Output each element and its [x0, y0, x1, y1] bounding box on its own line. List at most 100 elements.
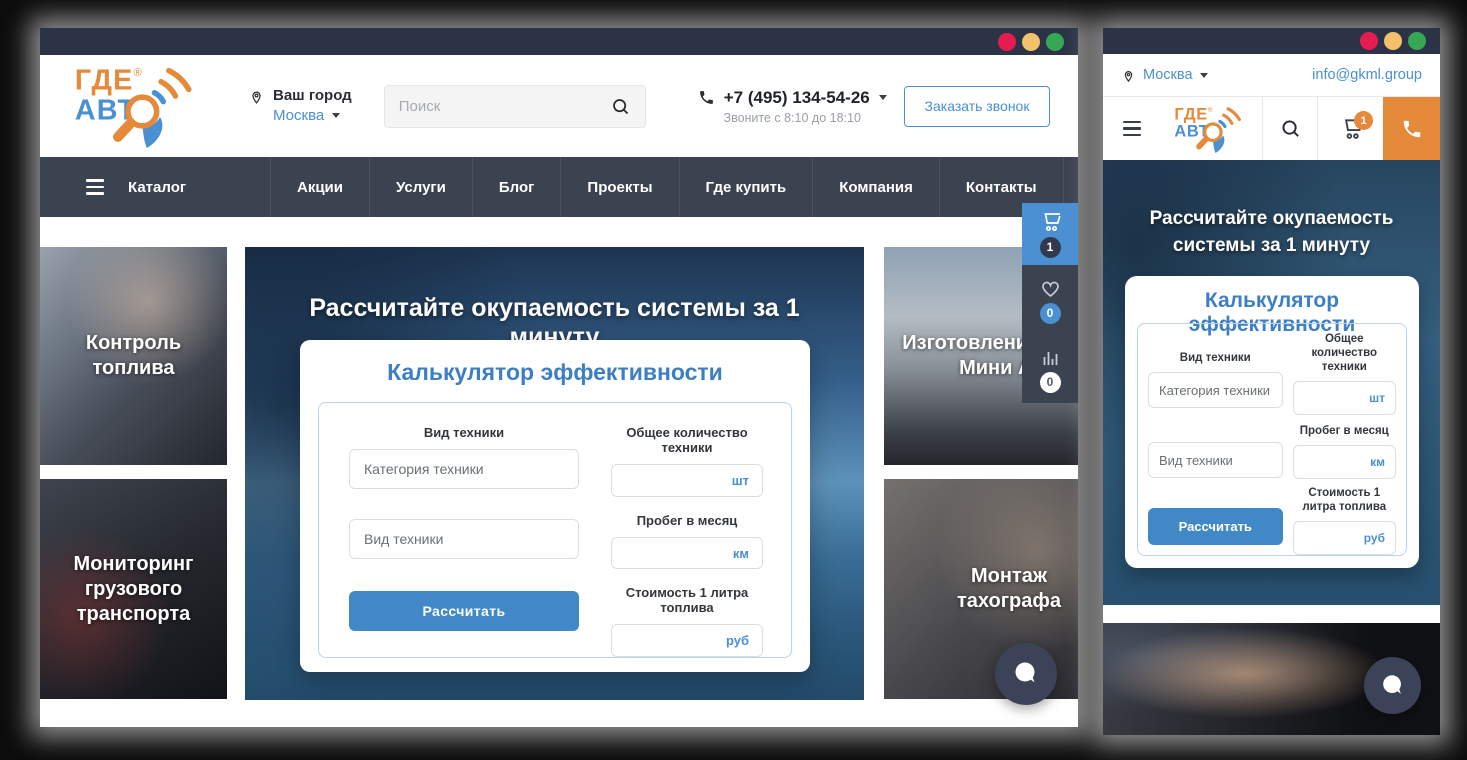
banner-fuel-control[interactable]: Контроль топлива	[40, 247, 227, 465]
calculate-button[interactable]: Рассчитать	[349, 591, 579, 631]
svg-text:®: ®	[133, 67, 141, 79]
search-input[interactable]	[399, 98, 610, 115]
cart-count-badge: 1	[1040, 237, 1061, 258]
chat-widget-button[interactable]	[995, 643, 1057, 705]
mobile-logo[interactable]: ГДЕ ® АВТ	[1160, 97, 1263, 160]
compare-widget[interactable]: 0	[1022, 335, 1078, 403]
fuel-price-label: Стоимость 1 литра топлива	[1293, 486, 1396, 514]
location-pin-icon	[248, 86, 265, 107]
banner-label: Контроль топлива	[54, 331, 213, 381]
mobile-hero-title: Рассчитайте окупаемость системы за 1 мин…	[1127, 205, 1416, 259]
chat-bubble-icon	[1011, 659, 1041, 689]
city-value[interactable]: Москва	[273, 105, 324, 126]
mobile-browser-window: Москва info@gkml.group ГДЕ ® АВТ	[1103, 28, 1440, 735]
window-close-dot[interactable]	[998, 33, 1016, 51]
nav-label: Блог	[499, 179, 535, 196]
mileage-input[interactable]	[625, 546, 733, 561]
nav-label: Услуги	[396, 179, 446, 196]
mileage-unit: км	[733, 546, 749, 561]
nav-item-catalog[interactable]: Каталог	[40, 157, 271, 217]
stage: ГДЕ ® АВТ	[0, 0, 1467, 760]
search-icon[interactable]	[610, 96, 631, 117]
mobile-calculator-form: Вид техники Рассчитать Общее количество …	[1137, 323, 1407, 556]
mileage-label: Пробег в месяц	[1293, 424, 1396, 438]
nav-item-company[interactable]: Компания	[813, 157, 940, 217]
window-close-dot[interactable]	[1360, 32, 1378, 50]
search-icon	[1279, 117, 1302, 140]
fuel-price-input[interactable]	[1304, 531, 1364, 546]
fuel-price-field: руб	[611, 624, 763, 657]
calculator-form: Вид техники Рассчитать Общее количество …	[318, 402, 792, 658]
gdeavto-logo[interactable]: ГДЕ ® АВТ	[64, 64, 214, 148]
mobile-calculator-card: Калькулятор эффективности Вид техники Ра…	[1125, 276, 1419, 568]
window-zoom-dot[interactable]	[1046, 33, 1064, 51]
mobile-city-value: Москва	[1143, 67, 1193, 83]
nav-item-services[interactable]: Услуги	[370, 157, 473, 217]
mobile-menu-button[interactable]	[1103, 97, 1160, 160]
mileage-input[interactable]	[1304, 455, 1371, 470]
svg-text:ГДЕ: ГДЕ	[75, 64, 134, 96]
chevron-down-icon	[879, 95, 887, 100]
hamburger-icon	[86, 179, 104, 195]
quantity-field: шт	[1293, 381, 1396, 415]
cart-widget[interactable]: 1	[1022, 203, 1078, 265]
hero-section: Рассчитайте окупаемость системы за 1 мин…	[245, 247, 864, 700]
compare-count-badge: 0	[1040, 372, 1061, 393]
mileage-unit: км	[1370, 455, 1385, 469]
phone-number[interactable]: +7 (495) 134-54-26	[724, 88, 870, 108]
banner-label: Мониторинг грузового транспорта	[54, 552, 213, 627]
heart-icon	[1038, 277, 1063, 299]
callback-button[interactable]: Заказать звонок	[904, 86, 1050, 127]
chevron-down-icon	[332, 113, 340, 118]
mobile-call-button[interactable]	[1383, 97, 1440, 160]
category-select[interactable]	[349, 449, 579, 489]
quantity-label: Общее количество техники	[611, 425, 763, 455]
nav-item-promos[interactable]: Акции	[271, 157, 370, 217]
mobile-city-selector[interactable]: Москва	[1121, 66, 1208, 85]
phone-hours: Звоните с 8:10 до 18:10	[724, 111, 861, 125]
quantity-input[interactable]	[625, 473, 732, 488]
mileage-label: Пробег в месяц	[611, 513, 763, 528]
quantity-unit: шт	[1369, 391, 1385, 405]
bar-chart-icon	[1038, 346, 1063, 368]
category-select[interactable]	[1148, 372, 1283, 408]
mobile-cart-button[interactable]: 1	[1318, 97, 1383, 160]
desktop-header: ГДЕ ® АВТ	[40, 55, 1078, 157]
city-selector[interactable]: Ваш город Москва	[248, 86, 352, 126]
chat-widget-button[interactable]	[1364, 657, 1421, 714]
quantity-field: шт	[611, 464, 763, 497]
fuel-price-input[interactable]	[625, 633, 726, 648]
window-minimize-dot[interactable]	[1022, 33, 1040, 51]
email-link[interactable]: info@gkml.group	[1312, 67, 1422, 83]
phone-icon	[698, 89, 715, 106]
phone-dropdown[interactable]: +7 (495) 134-54-26	[698, 88, 887, 108]
phone-block: +7 (495) 134-54-26 Звоните с 8:10 до 18:…	[698, 88, 887, 125]
banner-cargo-monitoring[interactable]: Мониторинг грузового транспорта	[40, 479, 227, 699]
fuel-price-field: руб	[1293, 521, 1396, 555]
search-box	[384, 85, 646, 128]
phone-icon	[1401, 118, 1423, 140]
divider	[1103, 605, 1440, 623]
vehicle-select[interactable]	[349, 519, 579, 559]
quantity-input[interactable]	[1304, 391, 1370, 406]
desktop-content: Контроль топлива Мониторинг грузового тр…	[40, 217, 1078, 727]
nav-item-projects[interactable]: Проекты	[561, 157, 679, 217]
favorites-widget[interactable]: 0	[1022, 265, 1078, 335]
calculate-button[interactable]: Рассчитать	[1148, 508, 1283, 545]
window-zoom-dot[interactable]	[1408, 32, 1426, 50]
mobile-header: ГДЕ ® АВТ	[1103, 97, 1440, 160]
chat-bubble-icon	[1379, 672, 1407, 700]
vehicle-select[interactable]	[1148, 442, 1283, 478]
mobile-hero-section: Рассчитайте окупаемость системы за 1 мин…	[1103, 160, 1440, 605]
svg-text:®: ®	[1208, 105, 1213, 113]
calculator-card: Калькулятор эффективности Вид техники Ра…	[300, 340, 810, 672]
window-minimize-dot[interactable]	[1384, 32, 1402, 50]
mobile-search-button[interactable]	[1263, 97, 1318, 160]
quantity-unit: шт	[732, 473, 749, 488]
quantity-label: Общее количество техники	[1293, 332, 1396, 374]
floating-side-widgets: 1 0	[1022, 203, 1078, 403]
calculator-title: Калькулятор эффективности	[300, 359, 810, 386]
vehicle-type-label: Вид техники	[1148, 351, 1283, 365]
nav-item-where-to-buy[interactable]: Где купить	[680, 157, 814, 217]
nav-item-blog[interactable]: Блог	[473, 157, 562, 217]
